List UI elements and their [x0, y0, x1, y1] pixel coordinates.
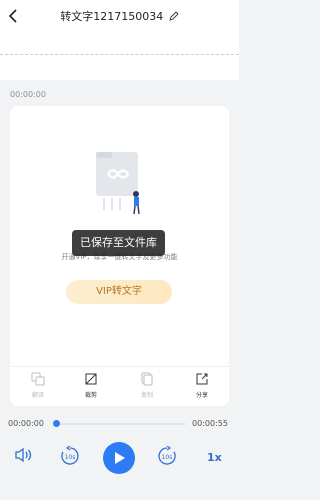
copy-icon — [141, 372, 153, 386]
forward-label: 10s — [162, 454, 173, 461]
forward-10s-icon[interactable]: 10s — [155, 446, 179, 466]
rewind-label: 10s — [65, 454, 76, 461]
share-icon — [196, 373, 208, 385]
dashed-divider — [0, 54, 239, 55]
playback-speed-button[interactable]: 1x — [207, 451, 222, 464]
tool-label: 分享 — [195, 392, 208, 399]
rewind-10s-icon[interactable]: 10s — [58, 446, 82, 466]
volume-icon[interactable] — [14, 446, 34, 464]
progress-track[interactable] — [54, 423, 186, 425]
title-text: 转文字1217150034 — [60, 10, 164, 23]
tool-label: 复制 — [140, 392, 153, 399]
current-time: 00:00:00 — [8, 419, 44, 428]
tool-translate[interactable]: 翻译 — [13, 372, 63, 399]
play-icon — [115, 452, 125, 464]
progress-knob[interactable] — [53, 420, 60, 427]
saved-toast: 已保存至文件库 — [72, 230, 165, 256]
empty-folder-illustration-icon — [96, 152, 140, 215]
header-area — [0, 32, 239, 80]
total-time: 00:00:55 — [192, 419, 228, 428]
tool-crop[interactable]: 裁剪 — [66, 372, 116, 399]
segment-timestamp: 00:00:00 — [10, 90, 46, 99]
toolbar-divider — [10, 366, 229, 367]
tool-label: 裁剪 — [84, 392, 97, 399]
translate-icon — [31, 372, 45, 386]
tool-copy[interactable]: 复制 — [122, 372, 172, 399]
play-button[interactable] — [103, 442, 135, 474]
vip-transcribe-button[interactable]: VIP转文字 — [66, 280, 172, 304]
crop-icon — [85, 373, 97, 385]
tool-label: 翻译 — [31, 392, 44, 399]
tool-share[interactable]: 分享 — [177, 372, 227, 399]
edit-pencil-icon[interactable] — [169, 11, 179, 21]
page-title: 转文字1217150034 — [0, 8, 239, 24]
